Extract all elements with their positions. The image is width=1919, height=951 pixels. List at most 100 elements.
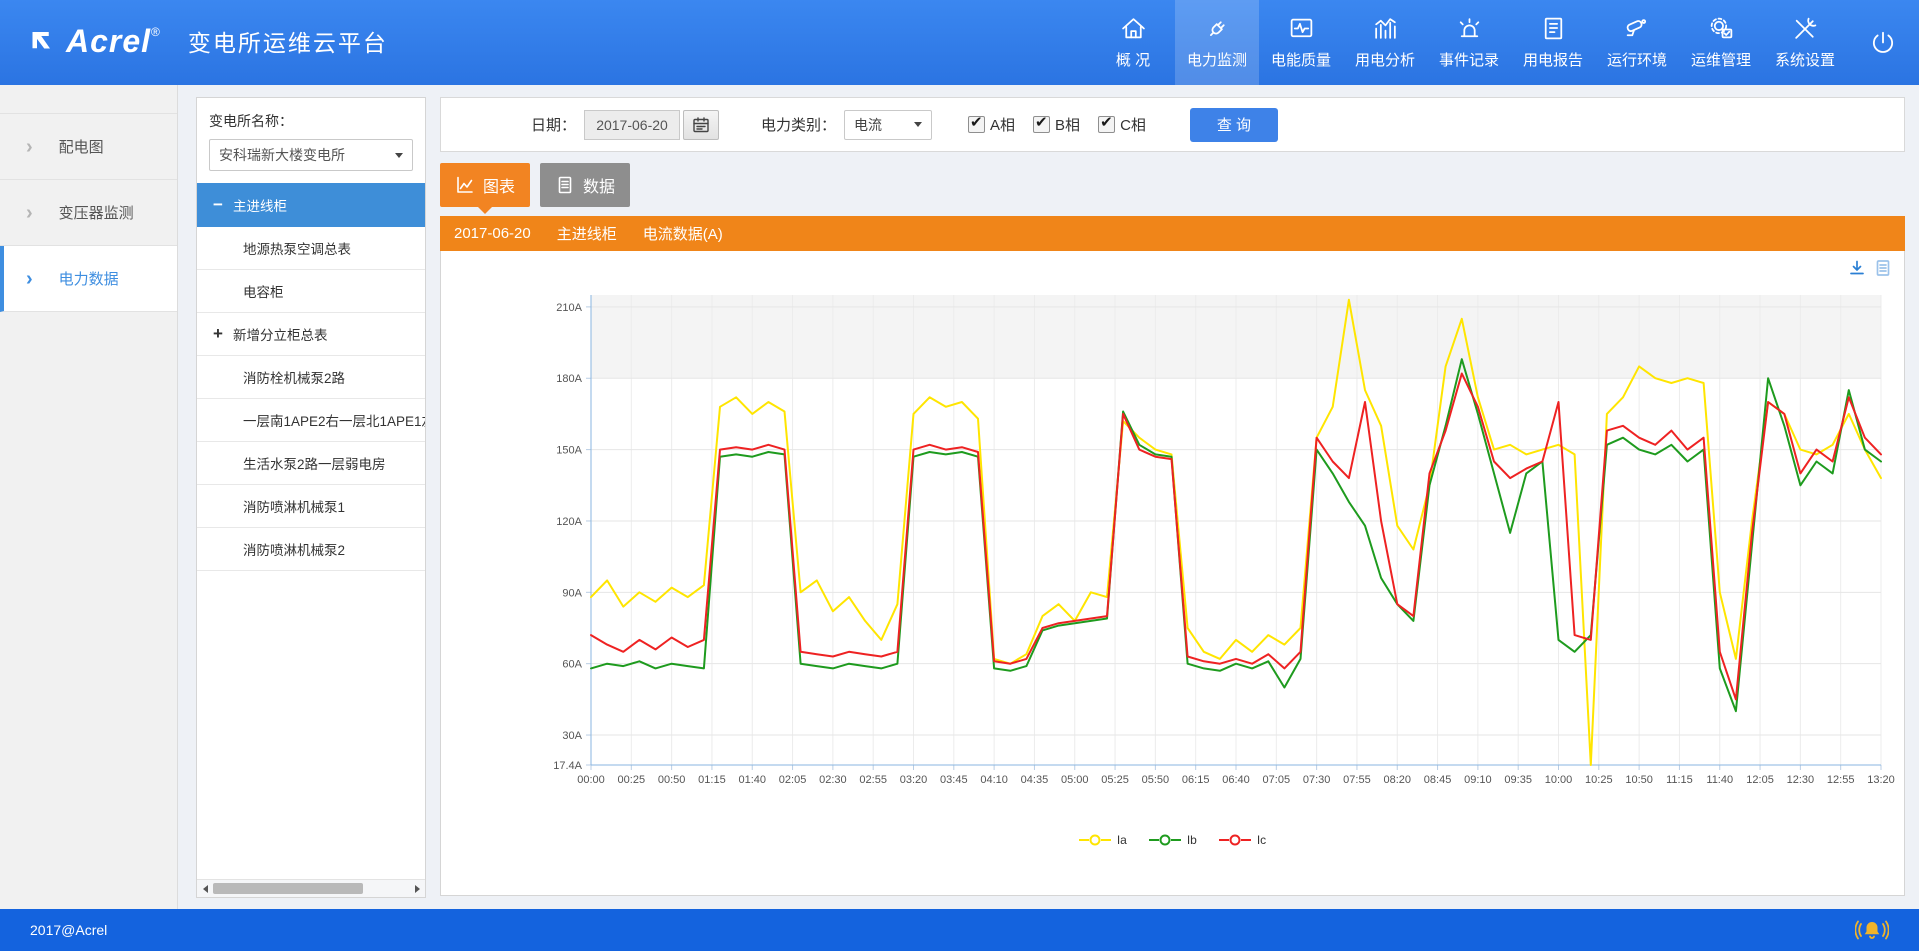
phase-checkbox-group: A相 B相 C相 <box>968 114 1146 135</box>
tree-node-label: 消防喷淋机械泵2 <box>243 539 345 559</box>
nav-item-label: 系统设置 <box>1775 49 1835 70</box>
sidebar: ›配电图 › 变压器监测 ›电力数据 <box>0 85 178 909</box>
phase-label: B相 <box>1055 114 1080 135</box>
scroll-right-arrow[interactable] <box>409 880 425 897</box>
view-tabs: 图表 数据 <box>440 163 1905 207</box>
logo: Acrel ® 变电所运维云平台 <box>30 13 388 73</box>
svg-text:07:55: 07:55 <box>1343 774 1371 786</box>
tree-node-label: 一层南1APE2右一层北1APE1左 <box>243 410 425 430</box>
chart-info-bar: 2017-06-20 主进线柜 电流数据(A) <box>440 216 1905 251</box>
svg-text:09:35: 09:35 <box>1504 774 1532 786</box>
nav-item-label: 电力监测 <box>1187 49 1247 70</box>
power-type-label: 电力类别： <box>761 114 836 135</box>
query-button[interactable]: 查 询 <box>1190 108 1278 142</box>
station-select-value: 安科瑞新大楼变电所 <box>219 145 345 165</box>
svg-text:01:15: 01:15 <box>698 774 726 786</box>
tree-node[interactable]: −主进线柜 <box>197 183 425 227</box>
phase-checkbox-b[interactable]: B相 <box>1033 114 1080 135</box>
date-input[interactable]: 2017-06-20 <box>584 110 680 140</box>
svg-text:210A: 210A <box>556 302 582 314</box>
svg-text:03:20: 03:20 <box>900 774 928 786</box>
nav-item-power-quality[interactable]: 电能质量 <box>1259 0 1343 85</box>
alarm-bell-icon[interactable] <box>1855 916 1889 944</box>
nav-item-power-monitor[interactable]: 电力监测 <box>1175 0 1259 85</box>
nav-item-overview[interactable]: 概 况 <box>1091 0 1175 85</box>
tab-chart-label: 图表 <box>483 173 515 197</box>
svg-text:10:00: 10:00 <box>1545 774 1573 786</box>
phase-label: A相 <box>990 114 1015 135</box>
phase-checkbox-c[interactable]: C相 <box>1098 114 1146 135</box>
phase-label: C相 <box>1120 114 1146 135</box>
station-select[interactable]: 安科瑞新大楼变电所 <box>209 139 413 171</box>
tab-data[interactable]: 数据 <box>540 163 630 207</box>
nav-item-event-log[interactable]: 事件记录 <box>1427 0 1511 85</box>
svg-text:02:05: 02:05 <box>779 774 807 786</box>
nav-item-power-report[interactable]: 用电报告 <box>1511 0 1595 85</box>
svg-text:90A: 90A <box>562 587 582 599</box>
phase-checkbox-a[interactable]: A相 <box>968 114 1015 135</box>
tree-node[interactable]: 电容柜 <box>197 270 425 313</box>
tree-node-label: 主进线柜 <box>233 195 287 215</box>
svg-text:10:50: 10:50 <box>1625 774 1653 786</box>
scrollbar-thumb[interactable] <box>213 883 363 894</box>
export-menu-icon[interactable] <box>1874 259 1892 277</box>
svg-text:11:15: 11:15 <box>1666 774 1693 786</box>
sidebar-item-power-data[interactable]: ›电力数据 <box>0 246 177 312</box>
tree-node[interactable]: +新增分立柜总表 <box>197 313 425 356</box>
legend-label: Ib <box>1187 833 1197 847</box>
line-chart: 00:0000:2500:5001:1501:4002:0502:3002:55… <box>441 265 1904 815</box>
svg-text:180A: 180A <box>556 373 582 385</box>
tree-node-label: 新增分立柜总表 <box>233 324 328 344</box>
nav-item-label: 运行环境 <box>1607 49 1667 70</box>
expand-plus-icon[interactable]: + <box>213 324 233 344</box>
logout-power-button[interactable] <box>1847 0 1919 85</box>
sidebar-spacer <box>0 85 177 114</box>
scroll-left-arrow[interactable] <box>197 880 213 897</box>
nav-item-environment[interactable]: 运行环境 <box>1595 0 1679 85</box>
chevron-down-icon <box>395 153 403 158</box>
nav-item-label: 运维管理 <box>1691 49 1751 70</box>
tree-node[interactable]: 地源热泵空调总表 <box>197 227 425 270</box>
checkbox-checked-icon[interactable] <box>1098 116 1115 133</box>
main-content: 日期： 2017-06-20 电力类别： 电流 A相B相C相 查 询 图表 <box>440 97 1905 896</box>
checkbox-checked-icon[interactable] <box>968 116 985 133</box>
app-root: Acrel ® 变电所运维云平台 概 况电力监测电能质量用电分析事件记录用电报告… <box>0 0 1919 951</box>
calendar-button[interactable] <box>683 110 719 140</box>
sidebar-item-label: 变压器监测 <box>59 202 134 223</box>
chevron-right-icon: › <box>26 203 33 223</box>
nav-item-system-settings[interactable]: 系统设置 <box>1763 0 1847 85</box>
sidebar-item-distribution-diagram[interactable]: ›配电图 <box>0 114 177 180</box>
tree-node[interactable]: 消防喷淋机械泵1 <box>197 485 425 528</box>
tree-node[interactable]: 一层南1APE2右一层北1APE1左 <box>197 399 425 442</box>
chevron-right-icon: › <box>26 269 33 289</box>
top-nav: 概 况电力监测电能质量用电分析事件记录用电报告 运行环境 运维管理 系统设置 <box>1091 0 1847 85</box>
power-type-value: 电流 <box>854 115 882 135</box>
tree-horizontal-scrollbar[interactable] <box>197 879 425 897</box>
nav-item-usage-analysis[interactable]: 用电分析 <box>1343 0 1427 85</box>
sidebar-item-transformer-monitor[interactable]: › 变压器监测 <box>0 180 177 246</box>
power-quality-icon <box>1288 15 1315 42</box>
legend-item-ic[interactable]: Ic <box>1219 833 1266 847</box>
tree-node[interactable]: 消防喷淋机械泵2 <box>197 528 425 571</box>
app-footer: 2017@Acrel <box>0 909 1919 951</box>
svg-text:07:30: 07:30 <box>1303 774 1331 786</box>
download-icon[interactable] <box>1848 259 1866 277</box>
tree-node[interactable]: 生活水泵2路一层弱电房 <box>197 442 425 485</box>
legend-item-ia[interactable]: Ia <box>1079 833 1127 847</box>
tree-node[interactable]: 消防栓机械泵2路 <box>197 356 425 399</box>
svg-text:13:20: 13:20 <box>1867 774 1895 786</box>
info-node: 主进线柜 <box>557 223 617 244</box>
svg-text:05:25: 05:25 <box>1101 774 1129 786</box>
power-type-select[interactable]: 电流 <box>844 110 932 140</box>
station-name-label: 变电所名称： <box>209 111 413 131</box>
chart-svg: 00:0000:2500:5001:1501:4002:0502:3002:55… <box>441 265 1902 810</box>
info-date: 2017-06-20 <box>454 225 531 242</box>
tab-chart[interactable]: 图表 <box>440 163 530 207</box>
svg-text:00:25: 00:25 <box>618 774 646 786</box>
legend-item-ib[interactable]: Ib <box>1149 833 1197 847</box>
nav-item-ops-management[interactable]: 运维管理 <box>1679 0 1763 85</box>
tree-node-label: 生活水泵2路一层弱电房 <box>243 453 386 473</box>
checkbox-checked-icon[interactable] <box>1033 116 1050 133</box>
collapse-minus-icon[interactable]: − <box>213 195 233 215</box>
nav-item-label: 用电报告 <box>1523 49 1583 70</box>
